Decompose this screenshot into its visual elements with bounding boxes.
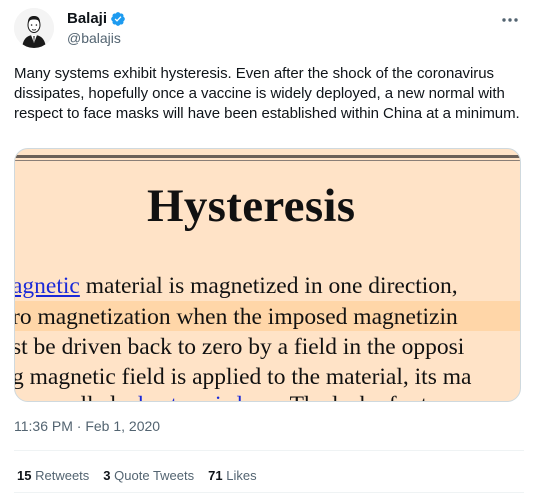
media-line-4: g magnetic field is applied to the mater… <box>14 364 472 390</box>
likes-label: Likes <box>226 468 257 483</box>
quote-tweets-stat[interactable]: 3 Quote Tweets <box>103 468 194 483</box>
retweets-stat[interactable]: 15 Retweets <box>17 468 89 483</box>
top-rule <box>15 155 520 158</box>
media-line-3: st be driven back to zero by a field in … <box>14 334 465 360</box>
avatar[interactable] <box>14 8 54 48</box>
media-line-1: agnetic material is magnetized in one di… <box>14 271 458 301</box>
more-dots-icon <box>502 18 518 22</box>
tweet-header: Balaji @balajis <box>14 8 524 52</box>
media-link-hysteresis-loop: hysteresis loop <box>138 392 278 401</box>
avatar-portrait-icon <box>14 8 54 48</box>
retweets-label: Retweets <box>35 468 90 483</box>
retweets-count: 15 <box>17 468 32 483</box>
engagement-stats: 15 Retweets 3 Quote Tweets 71 Likes <box>17 468 257 483</box>
more-options-button[interactable] <box>500 12 520 28</box>
tweet-media-image[interactable]: Hysteresis agnetic material is magnetize… <box>14 148 521 402</box>
media-heading: Hysteresis <box>147 180 356 232</box>
media-content: Hysteresis agnetic material is magnetize… <box>14 149 520 401</box>
media-line-5-end: . The lack of retrac <box>278 392 456 401</box>
media-line-5-start: loop called a <box>15 392 138 401</box>
name-row: Balaji <box>67 10 126 28</box>
verified-badge-icon <box>110 11 126 27</box>
media-line-2: ro magnetization when the imposed magnet… <box>14 304 458 330</box>
media-line-5: loop called a hysteresis loop. The lack … <box>15 390 456 401</box>
media-link-magnetic: agnetic <box>14 273 80 299</box>
divider <box>14 450 524 451</box>
likes-count: 71 <box>208 468 223 483</box>
display-name[interactable]: Balaji <box>67 10 107 28</box>
tweet-timestamp[interactable]: 11:36 PM · Feb 1, 2020 <box>14 418 160 434</box>
quotes-label: Quote Tweets <box>114 468 195 483</box>
author-info: Balaji @balajis <box>67 10 126 47</box>
top-rule-thin <box>15 160 520 161</box>
handle[interactable]: @balajis <box>67 29 126 47</box>
media-line-1-text: material is magnetized in one direction, <box>79 273 458 299</box>
likes-stat[interactable]: 71 Likes <box>208 468 256 483</box>
tweet-text: Many systems exhibit hysteresis. Even af… <box>14 65 520 122</box>
quotes-count: 3 <box>103 468 111 483</box>
